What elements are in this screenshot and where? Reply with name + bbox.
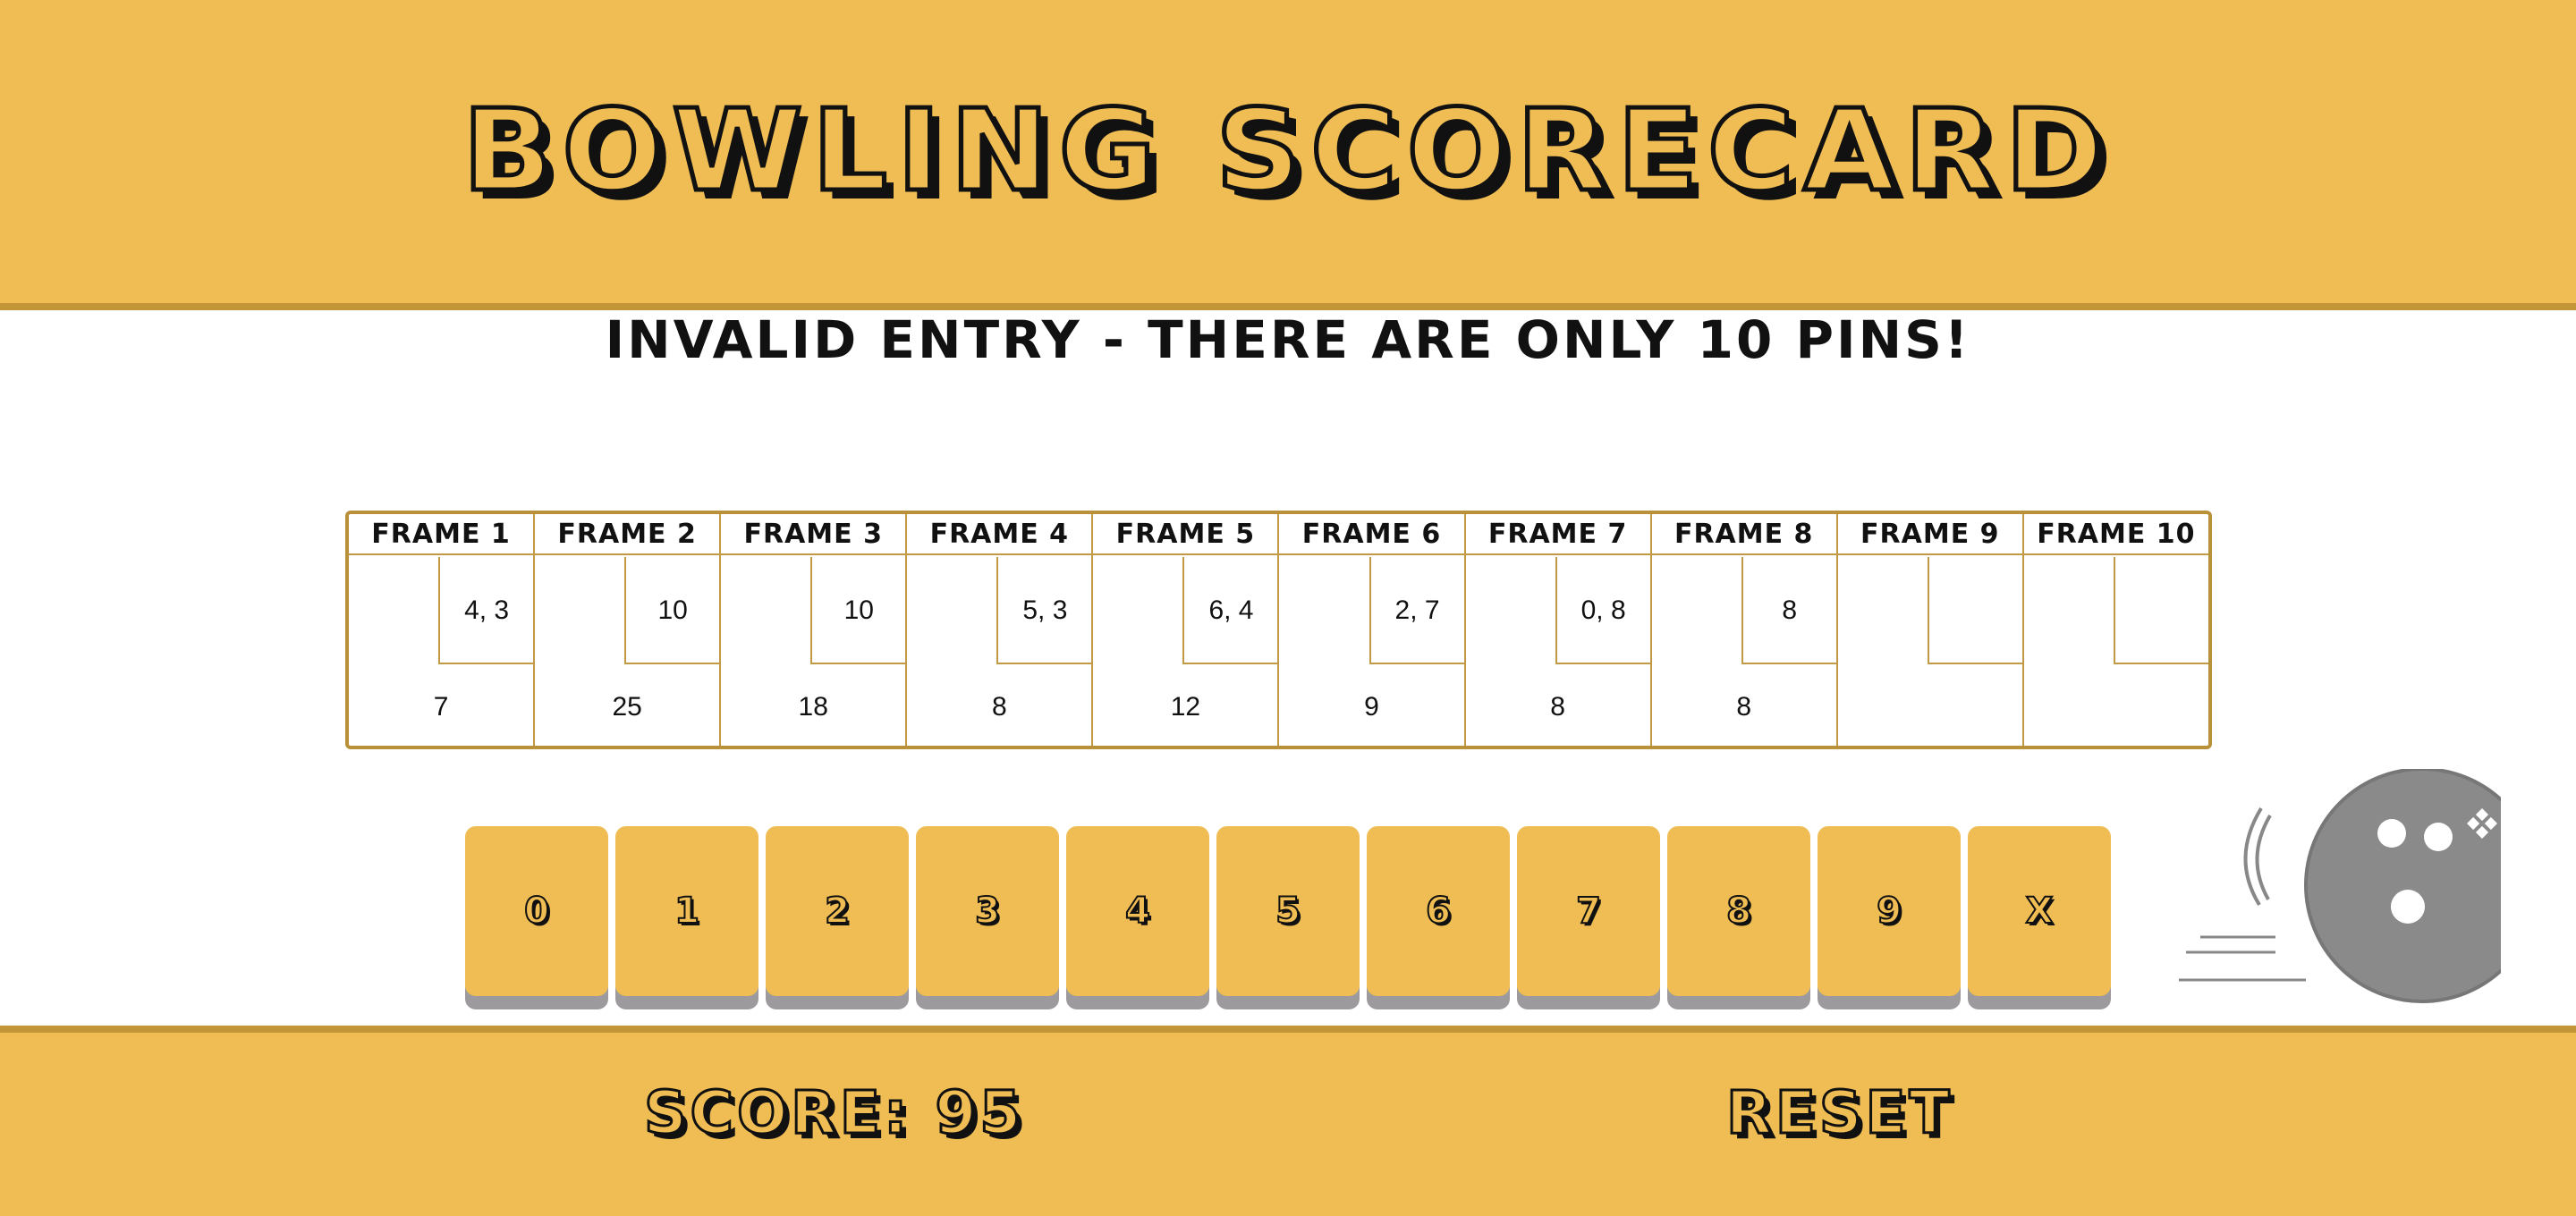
reset-button[interactable]: RESET xyxy=(1725,1077,1953,1149)
frame-label: FRAME 1 xyxy=(349,514,534,555)
frame-label: FRAME 5 xyxy=(1093,514,1278,555)
frame-label: FRAME 2 xyxy=(535,514,720,555)
frame-rolls xyxy=(2113,557,2208,664)
frame-total: 12 xyxy=(1170,692,1201,722)
footer xyxy=(0,1026,2576,1216)
pin-button-1[interactable]: 1 xyxy=(615,826,758,996)
frame-total: 25 xyxy=(612,692,642,722)
frame-total: 18 xyxy=(798,692,828,722)
pin-button-6[interactable]: 6 xyxy=(1367,826,1510,996)
scorecard: FRAME 1 4, 3 7 FRAME 2 10 25 FRAME 3 10 … xyxy=(345,511,2212,749)
frame-label: FRAME 8 xyxy=(1651,514,1836,555)
strike-button[interactable]: X xyxy=(1968,826,2111,996)
frame-label: FRAME 6 xyxy=(1279,514,1464,555)
frame-7: FRAME 7 0, 8 8 xyxy=(1465,514,1652,746)
frame-5: FRAME 5 6, 4 12 xyxy=(1093,514,1280,746)
frame-total: 9 xyxy=(1364,692,1379,722)
error-message: INVALID ENTRY - THERE ARE ONLY 10 PINS! xyxy=(605,309,1971,370)
frame-rolls: 5, 3 xyxy=(996,557,1092,664)
pin-button-7[interactable]: 7 xyxy=(1517,826,1660,996)
frame-total: 8 xyxy=(991,692,1007,722)
frame-1: FRAME 1 4, 3 7 xyxy=(349,514,536,746)
frame-label: FRAME 3 xyxy=(721,514,906,555)
frame-rolls: 10 xyxy=(810,557,906,664)
pin-button-3[interactable]: 3 xyxy=(916,826,1059,996)
frame-total: 7 xyxy=(433,692,449,722)
page-title: BOWLING SCORECARD xyxy=(461,83,2114,219)
frame-rolls: 8 xyxy=(1741,557,1836,664)
frame-10: FRAME 10 xyxy=(2023,514,2208,746)
frame-2: FRAME 2 10 25 xyxy=(535,514,722,746)
frame-rolls: 2, 7 xyxy=(1368,557,1464,664)
frame-rolls: 6, 4 xyxy=(1182,557,1278,664)
frame-6: FRAME 6 2, 7 9 xyxy=(1279,514,1466,746)
frame-rolls xyxy=(1927,557,2022,664)
total-score: SCORE: 95 xyxy=(642,1077,1025,1149)
bowling-ball-icon xyxy=(2179,767,2540,1006)
frame-label: FRAME 7 xyxy=(1465,514,1650,555)
frame-total xyxy=(1838,664,2022,746)
frame-total: 8 xyxy=(1736,692,1752,722)
pin-button-9[interactable]: 9 xyxy=(1818,826,1961,996)
frame-label: FRAME 10 xyxy=(2023,514,2208,555)
frame-total xyxy=(2024,664,2208,746)
pin-button-8[interactable]: 8 xyxy=(1667,826,1810,996)
frame-label: FRAME 9 xyxy=(1837,514,2022,555)
header: BOWLING SCORECARD xyxy=(0,0,2576,310)
pin-button-2[interactable]: 2 xyxy=(766,826,909,996)
pin-button-5[interactable]: 5 xyxy=(1216,826,1360,996)
frame-rolls: 10 xyxy=(624,557,720,664)
pin-keypad: 0 1 2 3 4 5 6 7 8 9 X xyxy=(465,826,2111,996)
frame-label: FRAME 4 xyxy=(907,514,1092,555)
frame-9: FRAME 9 xyxy=(1837,514,2024,746)
frame-rolls: 4, 3 xyxy=(438,557,534,664)
frame-rolls: 0, 8 xyxy=(1555,557,1650,664)
pin-button-4[interactable]: 4 xyxy=(1066,826,1209,996)
frame-3: FRAME 3 10 18 xyxy=(721,514,908,746)
frame-4: FRAME 4 5, 3 8 xyxy=(907,514,1094,746)
frame-8: FRAME 8 8 8 xyxy=(1651,514,1838,746)
frame-total: 8 xyxy=(1550,692,1565,722)
pin-button-0[interactable]: 0 xyxy=(465,826,608,996)
